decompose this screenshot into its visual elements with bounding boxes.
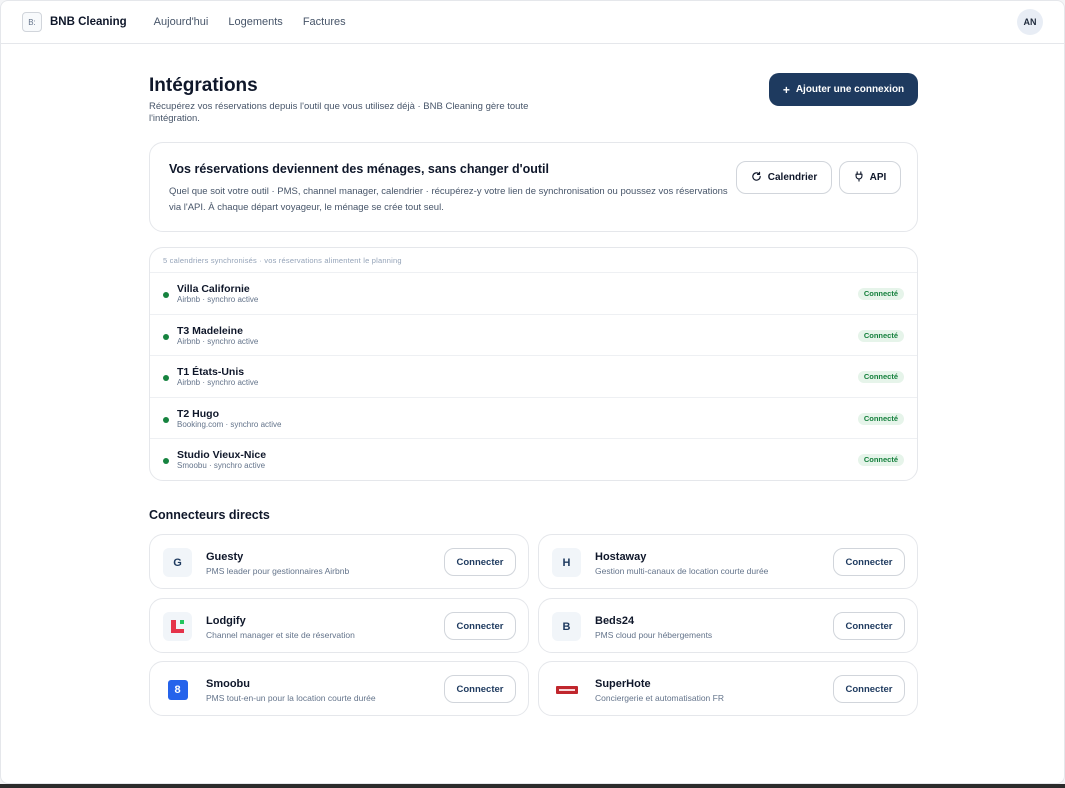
status-dot-icon <box>163 416 169 423</box>
calendars-card: 5 calendriers synchronisés · vos réserva… <box>149 247 918 481</box>
app-window: B: BNB Cleaning Aujourd'hui Logements Fa… <box>0 0 1065 784</box>
connector-description: Channel manager et site de réservation <box>206 630 355 640</box>
calendar-button-label: Calendrier <box>767 172 818 183</box>
brand-name: BNB Cleaning <box>50 16 127 28</box>
avatar[interactable]: AN <box>1017 9 1043 35</box>
refresh-icon <box>751 171 762 185</box>
calendar-name: T1 États-Unis <box>177 366 245 379</box>
api-button-label: API <box>869 172 887 183</box>
connector-beds24: B Beds24 PMS cloud pour hébergements Con… <box>538 598 918 653</box>
bottom-edge <box>0 784 1065 788</box>
status-dot-icon <box>163 375 169 382</box>
connector-name: SuperHote <box>595 678 651 690</box>
status-dot-icon <box>163 458 169 465</box>
connector-description: PMS cloud pour hébergements <box>595 630 713 640</box>
plus-icon: + <box>782 82 790 97</box>
lodgify-logo-icon <box>163 612 192 641</box>
calendar-source: Airbnb · synchro active <box>177 378 259 388</box>
connect-button-lodgify[interactable]: Connecter <box>444 612 516 640</box>
nav-link-today[interactable]: Aujourd'hui <box>154 16 209 28</box>
connector-hostaway: H Hostaway Gestion multi-canaux de locat… <box>538 534 918 589</box>
brand[interactable]: B: BNB Cleaning <box>22 12 127 32</box>
brand-logo-icon: B: <box>22 12 42 32</box>
list-item[interactable]: T2 Hugo Booking.com · synchro active Con… <box>150 398 917 440</box>
status-badge: Connecté <box>857 412 904 425</box>
calendar-name: T3 Madeleine <box>177 324 243 337</box>
page-title: Intégrations <box>149 75 258 96</box>
connector-description: Conciergerie et automatisation FR <box>595 693 724 703</box>
hostaway-logo-icon: H <box>552 548 581 577</box>
plug-icon <box>854 170 864 185</box>
status-badge: Connecté <box>857 329 904 342</box>
connect-button-superhote[interactable]: Connecter <box>833 675 905 703</box>
smoobu-logo-icon: 8 <box>163 675 192 704</box>
connectors-title: Connecteurs directs <box>149 508 270 522</box>
connect-button-guesty[interactable]: Connecter <box>444 548 516 576</box>
add-connection-button[interactable]: + Ajouter une connexion <box>769 73 918 106</box>
connector-name: Guesty <box>206 551 244 563</box>
connector-superhote: SuperHote Conciergerie et automatisation… <box>538 661 918 716</box>
connect-button-smoobu[interactable]: Connecter <box>444 675 516 703</box>
calendars-header: 5 calendriers synchronisés · vos réserva… <box>150 248 917 273</box>
connector-name: Beds24 <box>595 615 635 627</box>
connector-lodgify: Lodgify Channel manager et site de réser… <box>149 598 529 653</box>
top-nav: B: BNB Cleaning Aujourd'hui Logements Fa… <box>1 1 1064 44</box>
nav-link-logements[interactable]: Logements <box>228 16 282 28</box>
calendar-name: T2 Hugo <box>177 407 219 420</box>
connect-button-hostaway[interactable]: Connecter <box>833 548 905 576</box>
calendar-name: Villa Californie <box>177 283 250 295</box>
status-badge: Connecté <box>857 454 904 467</box>
calendar-name: Studio Vieux-Nice <box>177 449 267 462</box>
list-item[interactable]: T3 Madeleine Airbnb · synchro active Con… <box>150 315 917 357</box>
connector-guesty: G Guesty PMS leader pour gestionnaires A… <box>149 534 529 589</box>
connector-name: Smoobu <box>206 678 250 690</box>
status-dot-icon <box>163 333 169 340</box>
connector-description: Gestion multi-canaux de location courte … <box>595 566 769 576</box>
info-card: Vos réservations deviennent des ménages,… <box>149 142 918 232</box>
connector-description: PMS tout-en-un pour la location courte d… <box>206 693 376 703</box>
calendar-source: Booking.com · synchro active <box>177 419 282 429</box>
connector-name: Hostaway <box>595 551 647 563</box>
nav-link-factures[interactable]: Factures <box>303 16 346 28</box>
list-item[interactable]: Villa Californie Airbnb · synchro active… <box>150 273 917 315</box>
list-item[interactable]: Studio Vieux-Nice Smoobu · synchro activ… <box>150 439 917 480</box>
calendar-source: Airbnb · synchro active <box>177 336 259 346</box>
list-item[interactable]: T1 États-Unis Airbnb · synchro active Co… <box>150 356 917 398</box>
connector-description: PMS leader pour gestionnaires Airbnb <box>206 566 350 576</box>
add-connection-label: Ajouter une connexion <box>795 84 905 95</box>
connect-button-beds24[interactable]: Connecter <box>833 612 905 640</box>
beds24-logo-icon: B <box>552 612 581 641</box>
status-badge: Connecté <box>857 288 904 300</box>
connector-name: Lodgify <box>206 615 246 627</box>
info-text: Quel que soit votre outil · PMS, channel… <box>169 186 728 213</box>
smoobu-logo-glyph: 8 <box>167 679 188 700</box>
page-subtitle: Récupérez vos réservations depuis l'outi… <box>149 101 529 124</box>
calendar-button[interactable]: Calendrier <box>736 161 832 194</box>
calendar-source: Smoobu · synchro active <box>177 461 266 471</box>
connector-smoobu: 8 Smoobu PMS tout-en-un pour la location… <box>149 661 529 716</box>
api-button[interactable]: API <box>839 161 901 194</box>
status-badge: Connecté <box>857 371 904 384</box>
nav-links: Aujourd'hui Logements Factures <box>154 16 346 28</box>
status-dot-icon <box>163 292 169 298</box>
info-title: Vos réservations deviennent des ménages,… <box>169 162 549 176</box>
superhote-logo-icon <box>552 675 581 704</box>
guesty-logo-icon: G <box>163 548 192 577</box>
calendar-source: Airbnb · synchro active <box>177 295 259 304</box>
